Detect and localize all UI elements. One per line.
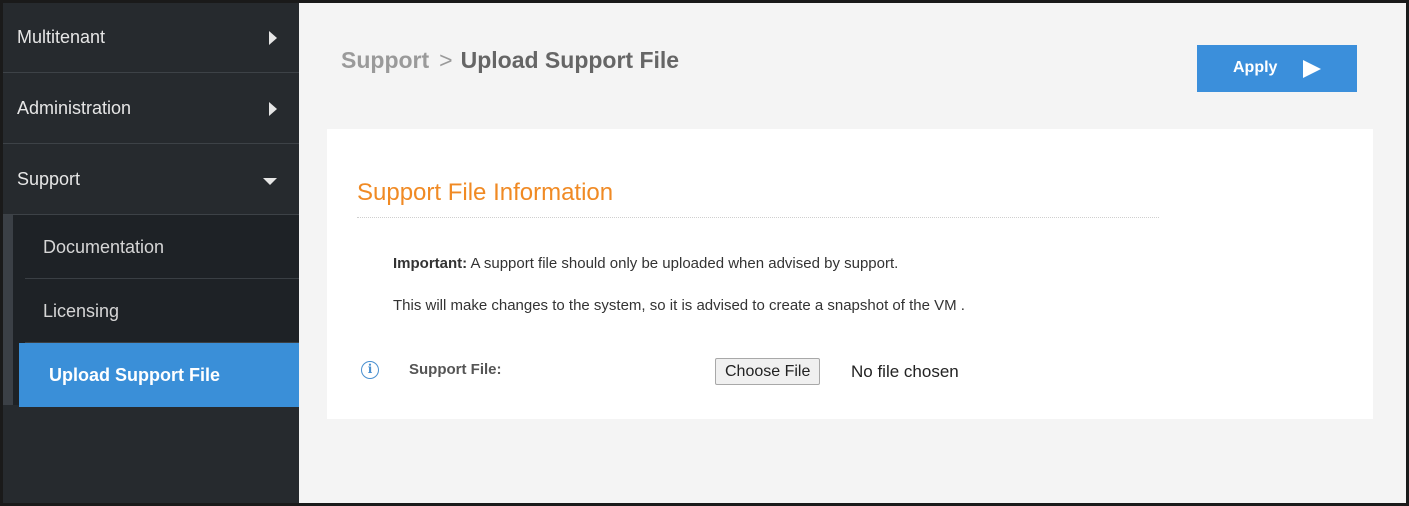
section-title: Support File Information <box>357 179 614 206</box>
file-status: No file chosen <box>851 362 959 381</box>
sidebar-item-label: Administration <box>17 98 132 118</box>
info-icon[interactable]: i <box>361 361 379 379</box>
support-subnav: Documentation Licensing Upload Support F… <box>3 215 309 407</box>
chevron-right-icon <box>269 102 277 116</box>
sidebar-item-licensing[interactable]: Licensing <box>25 279 299 343</box>
breadcrumb-parent-link[interactable]: Support <box>341 47 429 73</box>
choose-file-button[interactable]: Choose File <box>715 358 821 385</box>
chevron-right-icon <box>269 31 277 45</box>
main-content: Support > Upload Support File Apply Suppor… <box>299 3 1406 503</box>
breadcrumb-separator: > <box>439 47 453 73</box>
apply-button-label: Apply <box>1233 59 1278 76</box>
chevron-down-icon <box>263 178 277 185</box>
sidebar-item-label: Documentation <box>43 237 165 257</box>
sidebar-item-label: Multitenant <box>17 27 106 47</box>
apply-button[interactable]: Apply <box>1197 45 1357 92</box>
sidebar-item-label: Upload Support File <box>49 365 220 385</box>
support-file-panel: Support File Information Important: A su… <box>327 129 1373 419</box>
sidebar-item-documentation[interactable]: Documentation <box>25 215 299 279</box>
sidebar-item-label: Support <box>17 169 81 189</box>
sidebar-item-administration[interactable]: Administration <box>3 74 299 144</box>
sidebar: Multitenant Administration Support Docum… <box>3 3 309 503</box>
important-prefix: Important: <box>393 255 468 272</box>
app-window: Multitenant Administration Support Docum… <box>0 0 1409 506</box>
section-divider <box>357 217 1159 218</box>
snapshot-advice: This will make changes to the system, so… <box>393 297 965 314</box>
support-file-label: Support File: <box>409 361 502 378</box>
sidebar-item-upload-support-file[interactable]: Upload Support File <box>19 343 309 407</box>
play-arrow-icon <box>1303 60 1321 78</box>
sidebar-item-label: Licensing <box>43 301 120 321</box>
sidebar-item-multitenant[interactable]: Multitenant <box>3 3 299 73</box>
page-title: Upload Support File <box>460 47 680 73</box>
sidebar-item-support[interactable]: Support <box>3 145 299 215</box>
breadcrumb: Support > Upload Support File <box>341 47 679 74</box>
important-text: A support file should only be uploaded w… <box>467 255 899 272</box>
important-notice: Important: A support file should only be… <box>393 255 898 272</box>
